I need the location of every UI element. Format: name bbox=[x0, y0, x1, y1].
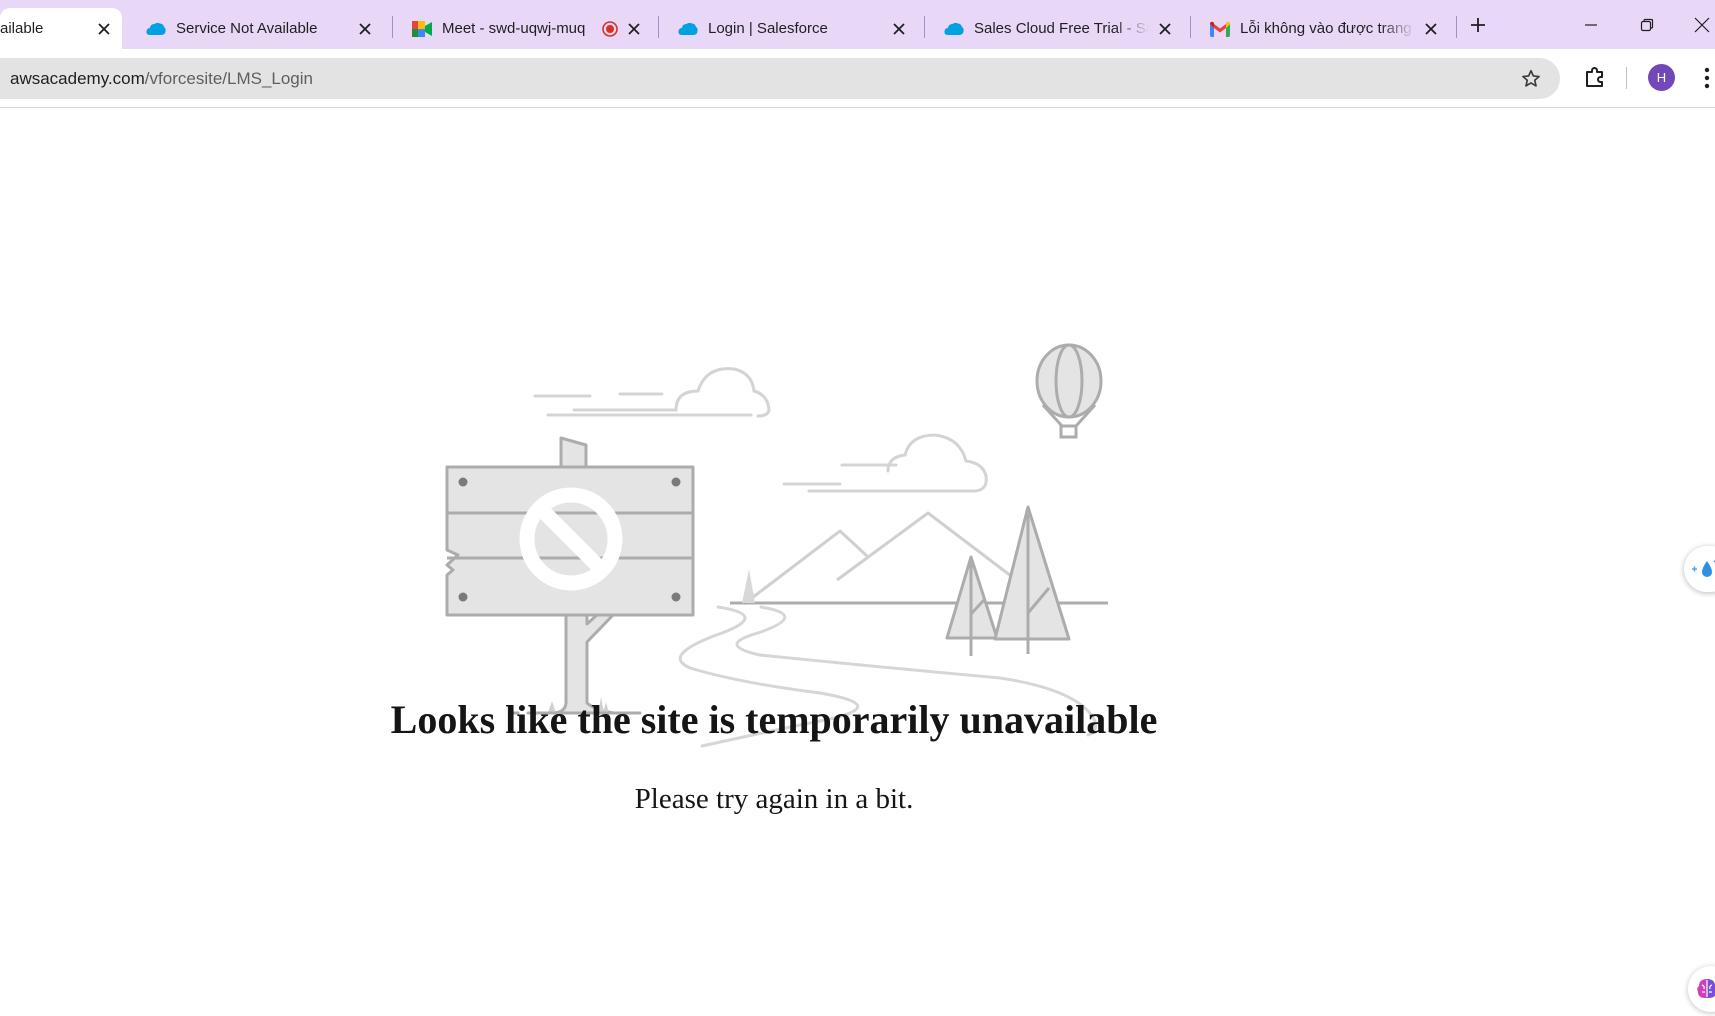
minimize-icon bbox=[1585, 24, 1597, 26]
tab-separator bbox=[924, 16, 925, 38]
profile-avatar[interactable]: H bbox=[1648, 64, 1675, 91]
salesforce-cloud-icon bbox=[678, 19, 698, 39]
restore-icon bbox=[1640, 18, 1654, 32]
close-icon[interactable] bbox=[889, 19, 909, 39]
tab-login-salesforce[interactable]: Login | Salesforce bbox=[670, 8, 917, 49]
floating-extension-widget[interactable] bbox=[1684, 546, 1715, 592]
close-icon[interactable] bbox=[624, 19, 644, 39]
cloud-right bbox=[782, 433, 988, 493]
kebab-menu-icon[interactable] bbox=[1700, 65, 1714, 91]
page-title: Looks like the site is temporarily unava… bbox=[390, 697, 1158, 742]
gmail-icon bbox=[1210, 19, 1230, 39]
tab-separator bbox=[658, 16, 659, 38]
address-bar[interactable]: awsacademy.com/vforcesite/LMS_Login bbox=[0, 58, 1560, 99]
browser-toolbar: awsacademy.com/vforcesite/LMS_Login H bbox=[0, 49, 1715, 108]
restore-button[interactable] bbox=[1634, 12, 1660, 38]
grass-spike bbox=[742, 569, 755, 603]
close-window-button[interactable] bbox=[1689, 12, 1715, 38]
site-unavailable-illustration bbox=[445, 343, 1108, 748]
tree-small bbox=[945, 555, 999, 656]
page-subtitle: Please try again in a bit. bbox=[634, 783, 914, 815]
extensions-puzzle-icon[interactable] bbox=[1583, 65, 1607, 89]
tab-title: Login | Salesforce bbox=[708, 20, 828, 37]
tab-meet[interactable]: Meet - swd-uqwj-muq bbox=[404, 8, 652, 49]
tab-title: Meet - swd-uqwj-muq bbox=[442, 20, 586, 37]
cloud-left bbox=[533, 367, 771, 418]
close-icon[interactable] bbox=[1155, 19, 1175, 39]
tab-title: Sales Cloud Free Trial - Sal bbox=[974, 20, 1149, 37]
salesforce-cloud-icon bbox=[944, 19, 964, 39]
tab-separator bbox=[392, 16, 393, 38]
close-icon[interactable] bbox=[1421, 19, 1441, 39]
tab-sales-cloud-trial[interactable]: Sales Cloud Free Trial - Sal bbox=[936, 8, 1183, 49]
plus-icon bbox=[1471, 18, 1485, 32]
url-host: awsacademy.com bbox=[10, 68, 145, 88]
tab-separator bbox=[1456, 16, 1457, 38]
brain-icon bbox=[1697, 979, 1715, 998]
water-drop-icon bbox=[1692, 560, 1715, 577]
bookmark-star-icon[interactable] bbox=[1520, 68, 1542, 90]
floating-ai-assistant-button[interactable] bbox=[1688, 966, 1715, 1012]
tab-gmail[interactable]: Lỗi không vào được trang bbox=[1202, 8, 1449, 49]
tab-title: ailable bbox=[0, 20, 44, 37]
tab-separator bbox=[1190, 16, 1191, 38]
url-path: /vforcesite/LMS_Login bbox=[144, 68, 313, 88]
close-icon[interactable] bbox=[355, 19, 375, 39]
recording-icon bbox=[602, 20, 618, 37]
tab-service-not-available[interactable]: Service Not Available bbox=[138, 8, 383, 49]
tree-tall bbox=[993, 505, 1071, 654]
close-window-icon bbox=[1694, 17, 1710, 33]
tab-title: Lỗi không vào được trang bbox=[1240, 20, 1412, 37]
close-icon[interactable] bbox=[94, 19, 114, 39]
tab-active[interactable]: ailable bbox=[0, 8, 122, 49]
google-meet-icon bbox=[412, 19, 432, 39]
minimize-button[interactable] bbox=[1578, 12, 1604, 38]
tab-title: Service Not Available bbox=[176, 20, 318, 37]
toolbar-separator bbox=[1626, 67, 1627, 89]
new-tab-button[interactable] bbox=[1466, 13, 1490, 37]
balloon-icon bbox=[1035, 343, 1103, 439]
tab-strip: ailable Service Not Available Meet - swd… bbox=[0, 0, 1715, 49]
page-content: Looks like the site is temporarily unava… bbox=[0, 108, 1715, 1016]
salesforce-cloud-icon bbox=[146, 19, 166, 39]
url-text[interactable]: awsacademy.com/vforcesite/LMS_Login bbox=[10, 69, 313, 89]
